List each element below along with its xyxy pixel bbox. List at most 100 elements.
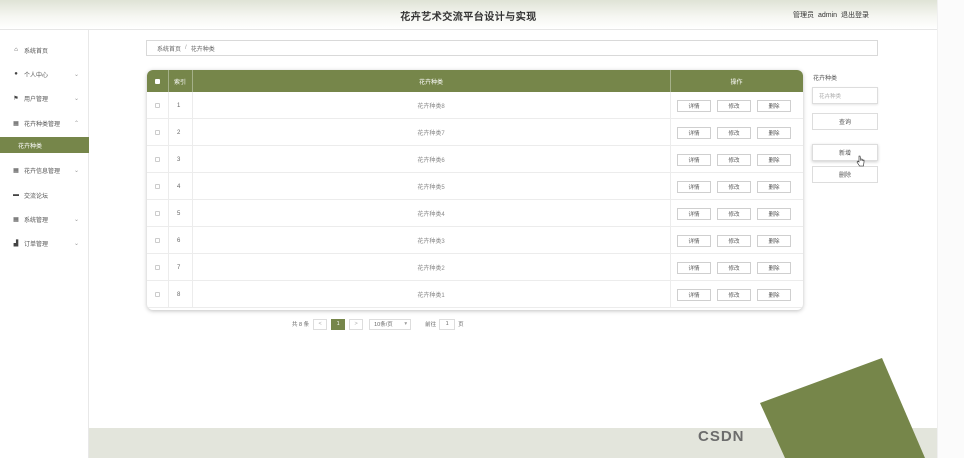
sidebar-item-users[interactable]: ⚑ 用户管理 ⌄ <box>0 90 89 106</box>
detail-button[interactable]: 详情 <box>677 181 711 193</box>
prev-page-button[interactable]: < <box>313 318 328 330</box>
search-button[interactable]: 查询 <box>812 113 878 130</box>
sidebar-item-home[interactable]: ⌂ 系统首页 <box>0 42 89 58</box>
row-name: 花卉种类4 <box>417 212 445 218</box>
edit-button[interactable]: 修改 <box>717 289 751 301</box>
row-checkbox[interactable] <box>155 184 160 189</box>
row-checkbox[interactable] <box>155 292 160 297</box>
edit-button[interactable]: 修改 <box>717 154 751 166</box>
edit-button[interactable]: 修改 <box>717 208 751 220</box>
row-checkbox[interactable] <box>155 238 160 243</box>
breadcrumb-home[interactable]: 系统首页 <box>157 44 181 53</box>
filter-search-input[interactable]: 花卉种类 <box>812 87 878 104</box>
sidebar-item-system[interactable]: ▦ 系统管理 ⌄ <box>0 211 89 227</box>
flag-icon: ⚑ <box>13 95 19 102</box>
row-checkbox[interactable] <box>155 103 160 108</box>
sidebar-item-flower-info[interactable]: ▦ 花卉信息管理 ⌄ <box>0 162 89 178</box>
detail-button[interactable]: 详情 <box>677 208 711 220</box>
detail-button[interactable]: 详情 <box>677 154 711 166</box>
table-row: 4 花卉种类5 详情 修改 删除 <box>147 173 803 200</box>
row-name: 花卉种类5 <box>417 185 445 191</box>
detail-button[interactable]: 详情 <box>677 100 711 112</box>
user-name: admin <box>817 12 838 19</box>
delete-button[interactable]: 删除 <box>757 262 791 274</box>
edit-button[interactable]: 修改 <box>717 181 751 193</box>
user-info: 管理员 admin 退出登录 <box>791 10 869 20</box>
page-button-current[interactable]: 1 <box>331 318 346 330</box>
next-page-button[interactable]: > <box>349 318 364 330</box>
user-icon: ● <box>14 71 18 77</box>
detail-button[interactable]: 详情 <box>677 262 711 274</box>
column-header-action: 操作 <box>730 79 743 86</box>
row-index: 2 <box>177 129 181 136</box>
decorative-shape <box>760 358 925 458</box>
user-role: 管理员 <box>793 12 815 19</box>
edit-button[interactable]: 修改 <box>717 262 751 274</box>
row-index: 6 <box>177 237 181 244</box>
column-header-name: 花卉种类 <box>418 79 443 86</box>
pagination: 共 8 条 < 1 > 10条/页 前往 1 页 <box>292 318 464 330</box>
grid-icon: ▦ <box>13 167 19 174</box>
edit-button[interactable]: 修改 <box>717 100 751 112</box>
chevron-down-icon: ⌄ <box>73 216 79 223</box>
edit-button[interactable]: 修改 <box>717 235 751 247</box>
goto-page-input[interactable]: 1 <box>439 318 456 330</box>
row-name: 花卉种类6 <box>417 158 445 164</box>
table-row: 6 花卉种类3 详情 修改 删除 <box>147 227 803 254</box>
sidebar-item-forum[interactable]: ▬ 交流论坛 <box>0 187 89 203</box>
grid-icon: ▦ <box>13 216 19 223</box>
table-row: 1 花卉种类8 详情 修改 删除 <box>147 92 803 119</box>
card-icon: ▬ <box>13 192 19 198</box>
delete-button[interactable]: 删除 <box>757 154 791 166</box>
detail-button[interactable]: 详情 <box>677 235 711 247</box>
select-all-checkbox[interactable] <box>155 70 161 92</box>
logout-link[interactable]: 退出登录 <box>841 12 869 19</box>
row-index: 4 <box>177 183 181 190</box>
sidebar-item-label: 交流论坛 <box>24 193 49 200</box>
window-edge <box>937 0 964 458</box>
page-size-select[interactable]: 10条/页 <box>369 318 412 330</box>
row-name: 花卉种类8 <box>417 104 445 110</box>
home-icon: ⌂ <box>14 47 18 53</box>
detail-button[interactable]: 详情 <box>677 289 711 301</box>
detail-button[interactable]: 详情 <box>677 127 711 139</box>
chevron-up-icon: ⌃ <box>73 120 79 127</box>
delete-button[interactable]: 删除 <box>757 181 791 193</box>
goto-suffix: 页 <box>458 322 464 328</box>
sidebar-item-label: 系统首页 <box>24 48 49 55</box>
breadcrumb-current: 花卉种类 <box>190 46 215 53</box>
breadcrumb-separator: / <box>185 45 187 51</box>
sidebar-item-label: 花卉信息管理 <box>24 168 61 175</box>
breadcrumb: 系统首页 / 花卉种类 <box>146 40 878 56</box>
sidebar-item-flower-category-mgmt[interactable]: ▦ 花卉种类管理 ⌃ <box>0 115 89 131</box>
row-checkbox[interactable] <box>155 130 160 135</box>
table-row: 8 花卉种类1 详情 修改 删除 <box>147 281 803 308</box>
sidebar-item-orders[interactable]: ▟ 订单管理 ⌄ <box>0 235 89 251</box>
sidebar-item-profile[interactable]: ● 个人中心 ⌄ <box>0 66 89 82</box>
delete-button[interactable]: 删除 <box>757 127 791 139</box>
delete-button[interactable]: 删除 <box>757 208 791 220</box>
row-name: 花卉种类3 <box>417 239 445 245</box>
delete-button[interactable]: 删除 <box>757 235 791 247</box>
chevron-down-icon: ⌄ <box>73 71 79 78</box>
sidebar: ⌂ 系统首页 ● 个人中心 ⌄ ⚑ 用户管理 ⌄ ▦ 花卉种类管理 ⌃ 花卉种类… <box>0 30 89 458</box>
row-index: 3 <box>177 156 181 163</box>
edit-button[interactable]: 修改 <box>717 127 751 139</box>
sidebar-item-label: 用户管理 <box>24 96 49 103</box>
sidebar-item-flower-category[interactable]: 花卉种类 <box>0 137 89 153</box>
delete-button[interactable]: 删除 <box>757 289 791 301</box>
row-checkbox[interactable] <box>155 157 160 162</box>
row-index: 7 <box>177 264 181 271</box>
row-index: 1 <box>177 102 181 109</box>
row-checkbox[interactable] <box>155 211 160 216</box>
row-index: 5 <box>177 210 181 217</box>
add-button[interactable]: 新增 <box>812 144 878 161</box>
chevron-down-icon: ⌄ <box>73 95 79 102</box>
row-name: 花卉种类7 <box>417 131 445 137</box>
batch-delete-button[interactable]: 删除 <box>812 166 878 183</box>
total-count: 共 8 条 <box>292 322 310 328</box>
delete-button[interactable]: 删除 <box>757 100 791 112</box>
row-checkbox[interactable] <box>155 265 160 270</box>
sidebar-item-label: 系统管理 <box>24 217 49 224</box>
goto-label: 前往 <box>425 322 437 328</box>
